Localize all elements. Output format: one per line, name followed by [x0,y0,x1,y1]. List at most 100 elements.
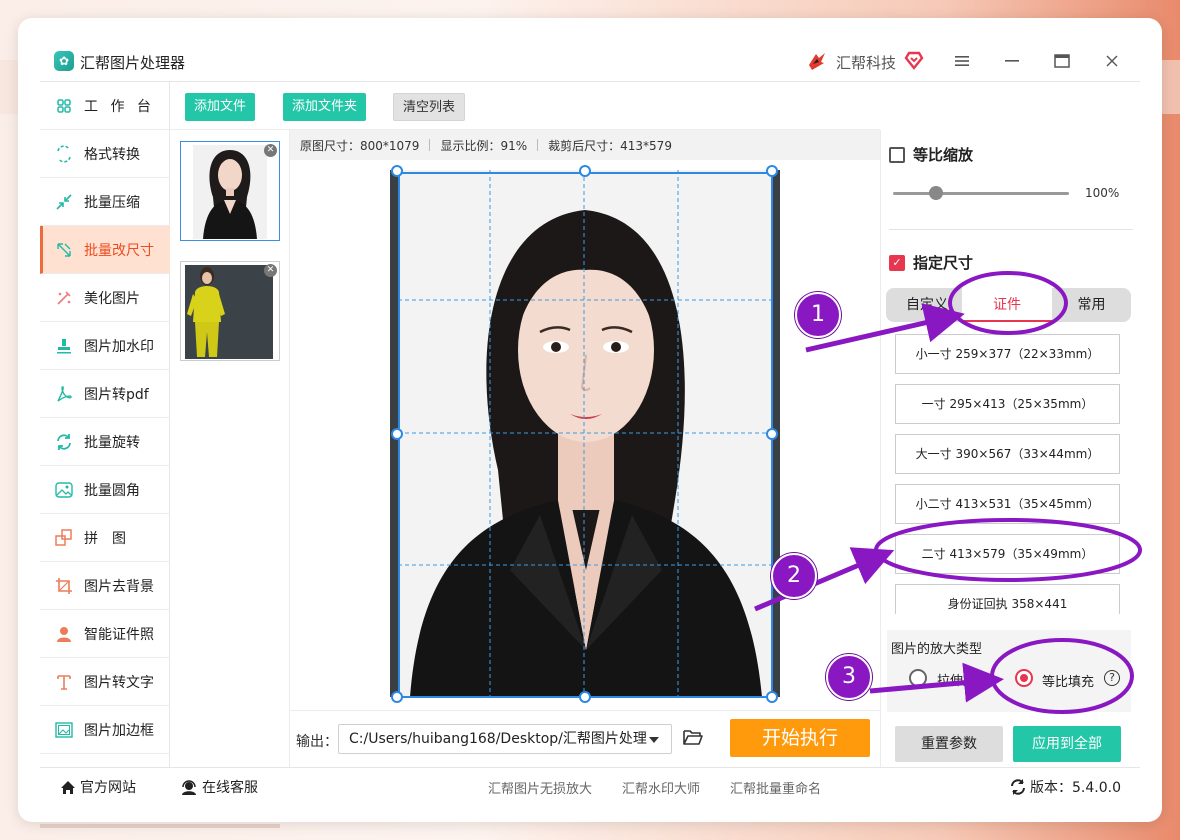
image-icon [54,480,74,500]
thumbnail-image [181,142,279,240]
sidebar-item-label: 图片加边框 [84,722,154,739]
checkbox-box [889,146,905,163]
sidebar-item-label: 图片去背景 [84,578,154,595]
sidebar-item-compress[interactable]: 批量压缩 [40,178,170,226]
radio-stretch[interactable] [909,669,927,687]
thumbnail-item[interactable]: ✕ [180,141,280,241]
divider [429,139,431,151]
footer-link-watermark[interactable]: 汇帮水印大师 [622,778,700,797]
crop-handle-top-left[interactable] [391,165,403,177]
sidebar-item-workbench[interactable]: 工 作 台 [40,82,170,130]
specify-size-checkbox[interactable]: ✓ 指定尺寸 [889,252,973,273]
tab-common[interactable]: 常用 [1052,288,1131,322]
heart-diamond-icon[interactable] [904,50,924,70]
sidebar-item-format-convert[interactable]: 格式转换 [40,130,170,178]
sidebar-item-label: 拼 图 [84,530,126,547]
thumbnail-item[interactable]: ✕ [180,261,280,361]
proportional-scale-checkbox[interactable]: 等比缩放 [889,144,973,165]
sidebar-item-frame[interactable]: 图片加边框 [40,706,170,754]
size-preset-item[interactable]: 小一寸 259×377（22×33mm） [895,334,1120,374]
divider [537,139,539,151]
clear-list-button[interactable]: 清空列表 [393,93,466,121]
official-site-label: 官方网站 [80,780,136,796]
crop-frame[interactable] [398,172,773,698]
add-file-button[interactable]: 添加文件 [185,93,256,121]
close-icon[interactable] [1098,48,1126,74]
sidebar-item-label: 智能证件照 [84,626,154,643]
start-button[interactable]: 开始执行 [730,719,870,757]
version-label: 版本：5.4.0.0 [1030,780,1121,796]
refresh-icon [1011,779,1025,795]
folder-open-icon[interactable] [682,727,704,747]
sidebar-item-label: 工 作 台 [84,98,155,115]
size-category-tabs: 自定义 证件 常用 [886,288,1131,322]
footer-link-upscale[interactable]: 汇帮图片无损放大 [488,778,592,797]
sidebar-item-beautify[interactable]: 美化图片 [40,274,170,322]
check-icon: ✓ [889,254,905,271]
sidebar-item-resize[interactable]: 批量改尺寸 [40,226,170,274]
pdf-icon [54,384,74,404]
crop-handle-bottom-right[interactable] [766,691,778,703]
sidebar-item-label: 批量圆角 [84,482,140,499]
output-path-text: C:/Users/huibang168/Desktop/汇帮图片处理 [349,731,647,747]
sidebar-item-to-pdf[interactable]: 图片转pdf [40,370,170,418]
size-preset-item[interactable]: 小二寸 413×531（35×45mm） [895,484,1120,524]
cropped-size-text: 裁剪后尺寸：413*579 [548,138,672,153]
online-service-label: 在线客服 [202,780,258,796]
scale-slider-thumb[interactable] [929,186,943,200]
headset-icon [182,779,196,795]
output-path-select[interactable]: C:/Users/huibang168/Desktop/汇帮图片处理 [338,724,672,754]
remove-thumbnail-icon[interactable]: ✕ [264,264,277,277]
crop-handle-bottom-left[interactable] [391,691,403,703]
sidebar-item-collage[interactable]: 拼 图 [40,514,170,562]
puzzle-icon [54,528,74,548]
crop-handle-right[interactable] [766,428,778,440]
compress-icon [54,192,74,212]
radio-proportional-fill-label: 等比填充 [1042,675,1095,690]
toolbar: 添加文件 添加文件夹 清空列表 [170,82,880,130]
person-icon [54,624,74,644]
menu-icon[interactable] [948,48,976,74]
apply-to-all-button[interactable]: 应用到全部 [1013,726,1121,762]
scale-slider-track[interactable] [893,192,1069,195]
maximize-icon[interactable] [1048,48,1076,74]
footer-link-rename[interactable]: 汇帮批量重命名 [730,778,821,797]
tab-id-photo[interactable]: 证件 [962,288,1052,322]
enlarge-type-title: 图片的放大类型 [891,642,983,657]
sidebar-item-label: 格式转换 [84,146,140,163]
add-folder-button[interactable]: 添加文件夹 [283,93,367,121]
crop-handle-bottom[interactable] [579,691,591,703]
grid-icon [54,96,74,116]
magic-wand-icon [54,288,74,308]
sidebar-item-round-corner[interactable]: 批量圆角 [40,466,170,514]
remove-thumbnail-icon[interactable]: ✕ [264,144,277,157]
proportional-scale-label: 等比缩放 [913,146,974,164]
size-preset-item[interactable]: 二寸 413×579（35×49mm） [895,534,1120,574]
chevron-down-icon [649,737,659,743]
sidebar-item-remove-bg[interactable]: 图片去背景 [40,562,170,610]
size-preset-item[interactable]: 一寸 295×413（25×35mm） [895,384,1120,424]
minimize-icon[interactable] [998,48,1026,74]
sidebar-item-ocr[interactable]: 图片转文字 [40,658,170,706]
help-icon[interactable]: ? [1104,670,1120,686]
reset-params-button[interactable]: 重置参数 [895,726,1003,762]
radio-proportional-fill[interactable] [1015,669,1033,687]
settings-panel: 等比缩放 100% ✓ 指定尺寸 自定义 证件 常用 小一寸 259×377（2… [880,130,1140,767]
sidebar-item-rotate[interactable]: 批量旋转 [40,418,170,466]
size-preset-item[interactable]: 大一寸 390×567（33×44mm） [895,434,1120,474]
image-preview [290,160,880,710]
tab-custom[interactable]: 自定义 [886,288,968,322]
online-service-link[interactable]: 在线客服 [180,777,258,797]
crop-handle-top-right[interactable] [766,165,778,177]
app-logo-icon: ✿ [54,51,74,71]
sidebar-item-id-photo[interactable]: 智能证件照 [40,610,170,658]
crop-handle-left[interactable] [391,428,403,440]
home-icon [61,780,75,794]
title-bar: ✿ 汇帮图片处理器 汇帮科技 [40,40,1140,82]
size-preset-item[interactable]: 身份证回执 358×441 [895,584,1120,614]
crop-handle-top[interactable] [579,165,591,177]
sidebar-item-watermark[interactable]: 图片加水印 [40,322,170,370]
divider [889,229,1133,230]
official-site-link[interactable]: 官方网站 [60,777,136,797]
sidebar-item-label: 图片加水印 [84,338,154,355]
